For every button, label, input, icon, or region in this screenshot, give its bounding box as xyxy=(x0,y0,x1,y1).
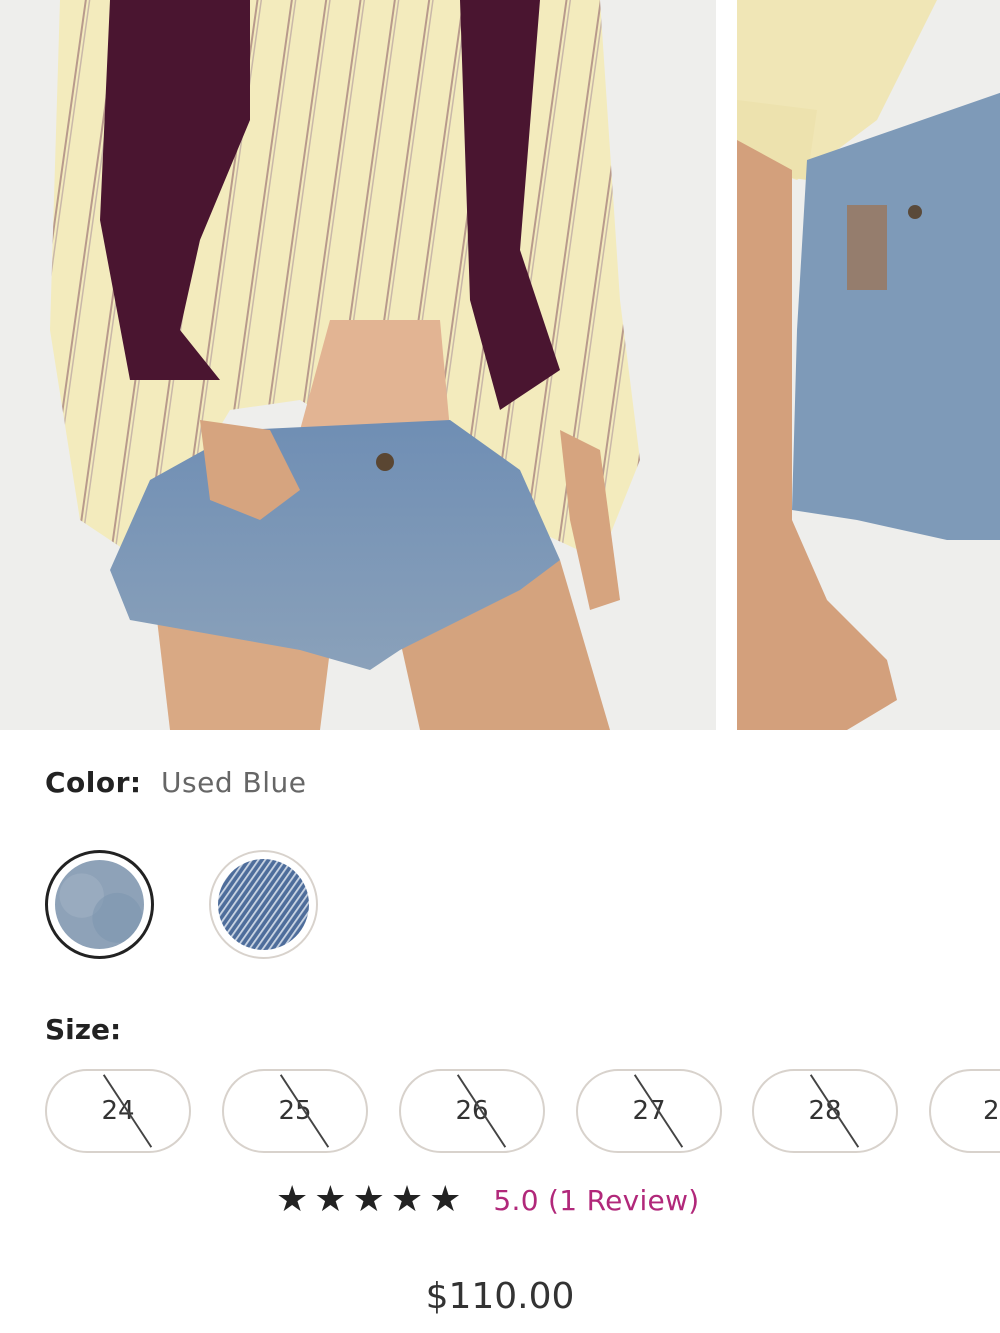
color-value: Used Blue xyxy=(161,766,307,799)
denim-swatch-image xyxy=(55,860,144,949)
color-swatch-used-blue[interactable] xyxy=(45,850,154,959)
color-selector-heading: Color: Used Blue xyxy=(45,766,306,799)
reviews-link[interactable]: 5.0 (1 Review) xyxy=(493,1184,699,1217)
size-option-label: 29 xyxy=(983,1096,1000,1126)
unavailable-strike-icon xyxy=(102,1074,153,1148)
star-rating: ★ ★ ★ ★ ★ xyxy=(276,1180,461,1220)
unavailable-strike-icon xyxy=(809,1074,860,1148)
size-option-24[interactable]: 24 xyxy=(45,1069,191,1153)
size-label: Size: xyxy=(45,1013,122,1046)
size-option-29[interactable]: 29 xyxy=(929,1069,1000,1153)
size-option-26[interactable]: 26 xyxy=(399,1069,545,1153)
unavailable-strike-icon xyxy=(633,1074,684,1148)
product-price: $110.00 xyxy=(425,1276,575,1317)
size-option-27[interactable]: 27 xyxy=(576,1069,722,1153)
size-option-25[interactable]: 25 xyxy=(222,1069,368,1153)
rating-summary[interactable]: ★ ★ ★ ★ ★ 5.0 (1 Review) xyxy=(276,1180,700,1220)
star-icon: ★ xyxy=(352,1179,385,1220)
denim-swatch-image xyxy=(218,859,309,950)
star-icon: ★ xyxy=(390,1179,424,1220)
color-label: Color: xyxy=(45,766,142,799)
unavailable-strike-icon xyxy=(279,1074,330,1148)
star-icon: ★ xyxy=(429,1179,462,1220)
product-image-detail[interactable] xyxy=(737,0,1000,730)
unavailable-strike-icon xyxy=(456,1074,507,1148)
product-image-front[interactable] xyxy=(0,0,716,730)
color-swatch-dark-wash[interactable] xyxy=(209,850,318,959)
product-image-carousel[interactable] xyxy=(0,0,1000,730)
star-icon: ★ xyxy=(276,1179,309,1220)
star-icon: ★ xyxy=(314,1179,347,1220)
size-option-28[interactable]: 28 xyxy=(752,1069,898,1153)
product-page: Color: Used Blue Size: 24 25 26 27 28 2 … xyxy=(0,0,1000,1333)
